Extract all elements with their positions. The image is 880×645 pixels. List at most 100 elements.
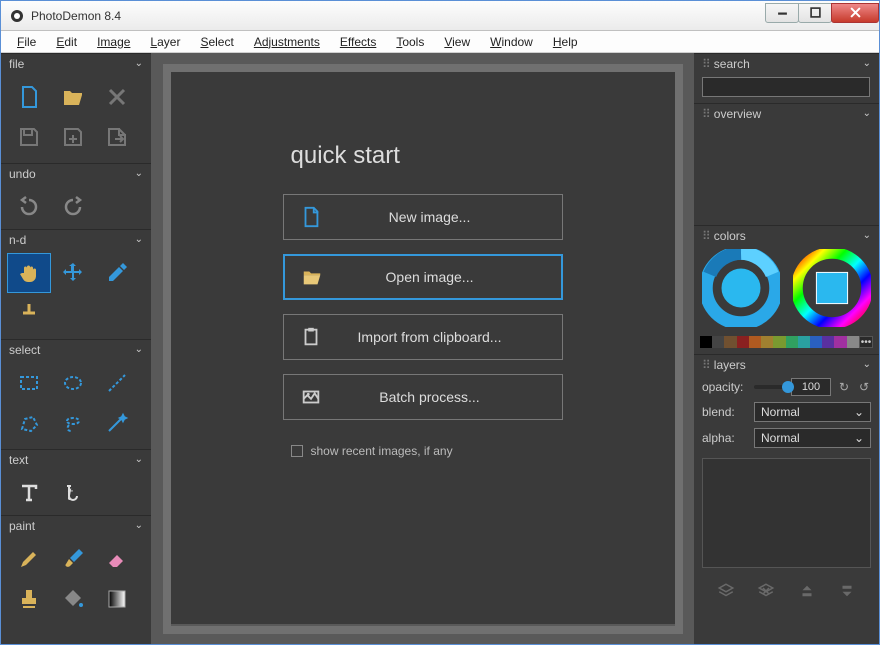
layers-header[interactable]: ⠿layers ⌄: [694, 354, 879, 374]
menu-image[interactable]: Image: [87, 33, 140, 51]
hand-tool[interactable]: [7, 253, 51, 293]
search-label: search: [714, 57, 750, 71]
undo-tool[interactable]: [7, 187, 51, 227]
alpha-label: alpha:: [702, 431, 748, 445]
menu-edit[interactable]: Edit: [46, 33, 87, 51]
add-layer-icon[interactable]: [717, 582, 735, 603]
menu-file[interactable]: File: [7, 33, 46, 51]
color-wheel-left[interactable]: [702, 249, 780, 330]
chevron-down-icon: ⌄: [854, 431, 864, 445]
eraser-tool[interactable]: [95, 539, 139, 579]
show-recent-checkbox[interactable]: show recent images, if any: [291, 444, 453, 458]
canvas-area: quick start New image... Open image... I…: [151, 53, 694, 644]
save-tool[interactable]: [7, 117, 51, 157]
menu-view[interactable]: View: [434, 33, 480, 51]
typography-tool[interactable]: t: [51, 473, 95, 513]
app-title: PhotoDemon 8.4: [31, 9, 766, 23]
pencil-tool[interactable]: [7, 539, 51, 579]
stamp-tool[interactable]: [7, 579, 51, 619]
measure-tool[interactable]: [7, 293, 51, 333]
overview-header[interactable]: ⠿overview ⌄: [694, 103, 879, 123]
svg-text:t: t: [67, 483, 73, 505]
section-file[interactable]: file ⌄: [1, 53, 151, 73]
section-select[interactable]: select ⌄: [1, 339, 151, 359]
color-wheel-right[interactable]: [793, 249, 871, 330]
move-tool[interactable]: [51, 253, 95, 293]
color-swatches[interactable]: •••: [700, 336, 873, 348]
alpha-dropdown[interactable]: Normal ⌄: [754, 428, 871, 448]
left-toolbox: file ⌄ undo ⌄ n-d ⌄: [1, 53, 151, 644]
blend-value: Normal: [761, 405, 800, 419]
menu-layer[interactable]: Layer: [140, 33, 190, 51]
layer-up-icon[interactable]: [798, 582, 816, 603]
section-paint[interactable]: paint ⌄: [1, 515, 151, 535]
new-image-button[interactable]: New image...: [283, 194, 563, 240]
close-file-tool[interactable]: [95, 77, 139, 117]
menu-effects[interactable]: Effects: [330, 33, 386, 51]
section-select-label: select: [9, 343, 40, 357]
line-select-tool[interactable]: [95, 363, 139, 403]
chevron-down-icon: ⌄: [863, 359, 871, 370]
wand-select-tool[interactable]: [95, 403, 139, 443]
opacity-revert-icon[interactable]: ↺: [857, 380, 871, 394]
batch-process-button[interactable]: Batch process...: [283, 374, 563, 420]
text-tool[interactable]: [7, 473, 51, 513]
maximize-button[interactable]: [798, 3, 832, 23]
delete-layer-icon[interactable]: [757, 582, 775, 603]
quick-start-panel: quick start New image... Open image... I…: [171, 72, 675, 624]
gradient-tool[interactable]: [95, 579, 139, 619]
opacity-slider[interactable]: [754, 385, 785, 389]
show-recent-label: show recent images, if any: [311, 444, 453, 458]
section-text-label: text: [9, 453, 28, 467]
colors-header[interactable]: ⠿colors ⌄: [694, 225, 879, 245]
open-file-tool[interactable]: [51, 77, 95, 117]
search-input[interactable]: [702, 77, 870, 97]
poly-select-tool[interactable]: [7, 403, 51, 443]
open-image-button[interactable]: Open image...: [283, 254, 563, 300]
search-header[interactable]: ⠿search ⌄: [694, 53, 879, 73]
menu-help[interactable]: Help: [543, 33, 588, 51]
menu-window[interactable]: Window: [480, 33, 543, 51]
new-image-label: New image...: [338, 209, 562, 225]
alpha-value: Normal: [761, 431, 800, 445]
opacity-reset-icon[interactable]: ↻: [837, 380, 851, 394]
chevron-down-icon: ⌄: [863, 108, 871, 119]
export-tool[interactable]: [95, 117, 139, 157]
color-picker-tool[interactable]: [95, 253, 139, 293]
app-window: PhotoDemon 8.4 File Edit Image Layer Sel…: [0, 0, 880, 645]
grip-icon: ⠿: [702, 229, 710, 243]
canvas-border: quick start New image... Open image... I…: [163, 64, 683, 634]
chevron-down-icon: ⌄: [854, 405, 864, 419]
section-text[interactable]: text ⌄: [1, 449, 151, 469]
menu-adjustments[interactable]: Adjustments: [244, 33, 330, 51]
section-nd[interactable]: n-d ⌄: [1, 229, 151, 249]
grip-icon: ⠿: [702, 107, 710, 121]
redo-tool[interactable]: [51, 187, 95, 227]
ellipse-select-tool[interactable]: [51, 363, 95, 403]
right-panel: ⠿ search ⌄ ⠿overview ⌄ ⠿colors ⌄: [694, 53, 879, 644]
new-file-tool[interactable]: [7, 77, 51, 117]
minimize-button[interactable]: [765, 3, 799, 23]
opacity-label: opacity:: [702, 380, 748, 394]
close-button[interactable]: [831, 3, 879, 23]
fill-tool[interactable]: [51, 579, 95, 619]
lasso-select-tool[interactable]: [51, 403, 95, 443]
rect-select-tool[interactable]: [7, 363, 51, 403]
import-clipboard-button[interactable]: Import from clipboard...: [283, 314, 563, 360]
layer-list[interactable]: [702, 458, 871, 568]
section-undo[interactable]: undo ⌄: [1, 163, 151, 183]
menu-tools[interactable]: Tools: [386, 33, 434, 51]
checkbox-icon: [291, 445, 303, 457]
more-swatches-button[interactable]: •••: [859, 336, 873, 348]
layer-down-icon[interactable]: [838, 582, 856, 603]
app-icon: [9, 8, 25, 24]
blend-dropdown[interactable]: Normal ⌄: [754, 402, 871, 422]
window-controls: [766, 3, 879, 23]
brush-tool[interactable]: [51, 539, 95, 579]
grip-icon: ⠿: [702, 57, 710, 71]
opacity-input[interactable]: [791, 378, 831, 396]
save-copy-tool[interactable]: [51, 117, 95, 157]
menu-select[interactable]: Select: [190, 33, 243, 51]
quick-start-title: quick start: [291, 142, 400, 170]
batch-icon: [284, 386, 338, 408]
